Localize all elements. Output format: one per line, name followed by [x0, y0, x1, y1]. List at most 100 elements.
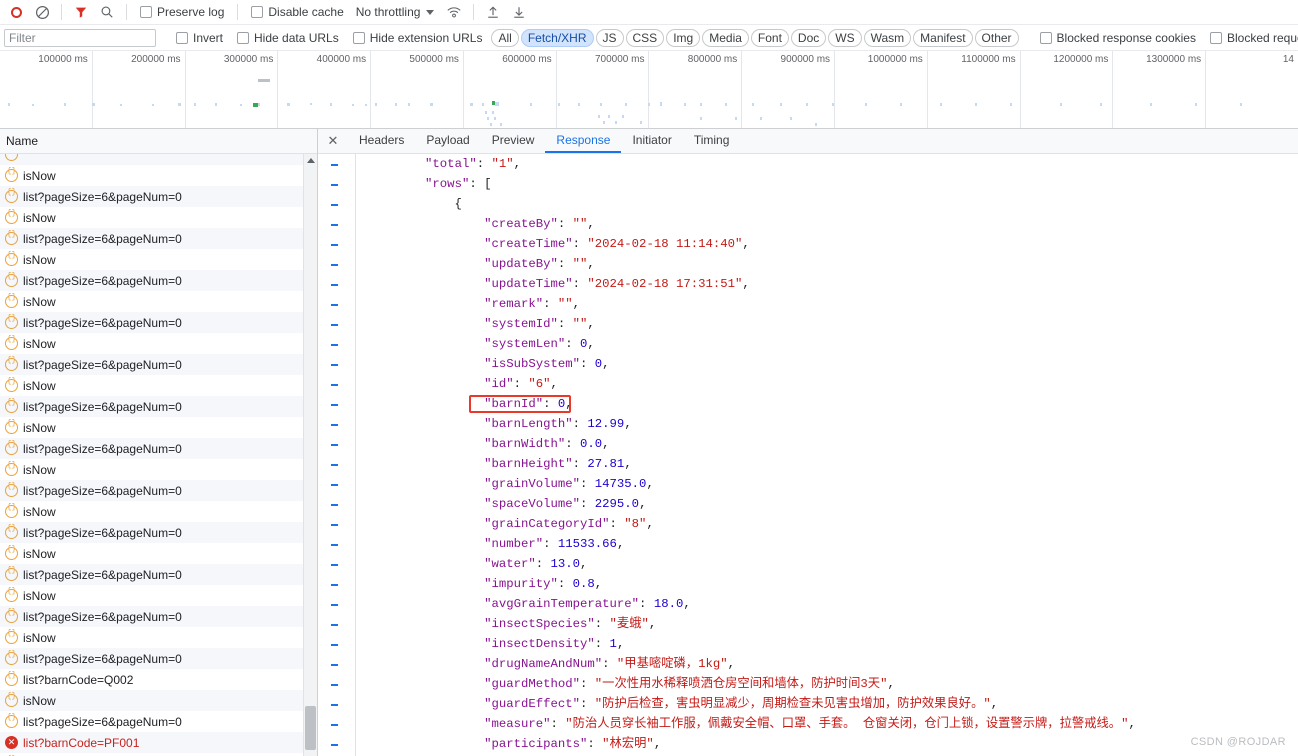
request-row[interactable]: list?pageSize=6&pageNum=0: [0, 438, 317, 459]
request-row[interactable]: list?pageSize=6&pageNum=0: [0, 606, 317, 627]
request-row[interactable]: list?pageSize=6&pageNum=0: [0, 270, 317, 291]
tab-response[interactable]: Response: [545, 129, 622, 153]
hide-data-urls-checkbox[interactable]: Hide data URLs: [237, 31, 339, 45]
filter-type-media[interactable]: Media: [702, 28, 749, 47]
request-row[interactable]: list?pageSize=6&pageNum=0: [0, 186, 317, 207]
filter-type-img[interactable]: Img: [666, 28, 701, 47]
filter-funnel-icon[interactable]: [69, 2, 93, 22]
fold-marker-dash[interactable]: [331, 164, 338, 166]
request-row[interactable]: isNow: [0, 459, 317, 480]
fold-marker-dash[interactable]: [331, 464, 338, 466]
fold-marker-dash[interactable]: [331, 584, 338, 586]
response-body-view[interactable]: "total": "1", "rows": [ { "createBy": ""…: [318, 154, 1298, 756]
fold-marker-dash[interactable]: [331, 224, 338, 226]
preserve-log-box[interactable]: [140, 6, 152, 18]
fold-marker-dash[interactable]: [331, 264, 338, 266]
request-row[interactable]: list?pageSize=6&pageNum=0: [0, 228, 317, 249]
filter-type-css[interactable]: CSS: [625, 28, 665, 47]
filter-type-other[interactable]: Other: [974, 28, 1019, 47]
fold-marker-dash[interactable]: [331, 744, 338, 746]
throttling-dropdown[interactable]: No throttling: [356, 5, 435, 19]
request-row[interactable]: isNow: [0, 375, 317, 396]
request-row[interactable]: isNow: [0, 249, 317, 270]
close-icon[interactable]: ✕: [318, 129, 348, 153]
request-row[interactable]: list?barnCode=Q002: [0, 669, 317, 690]
fold-marker-dash[interactable]: [331, 424, 338, 426]
request-row[interactable]: list?pageSize=6&pageNum=0: [0, 396, 317, 417]
fold-marker-dash[interactable]: [331, 624, 338, 626]
fold-marker-dash[interactable]: [331, 304, 338, 306]
filter-input[interactable]: [4, 28, 156, 47]
fold-marker-dash[interactable]: [331, 384, 338, 386]
filter-type-js[interactable]: JS: [595, 28, 624, 47]
request-row[interactable]: list?pageSize=6&pageNum=0: [0, 648, 317, 669]
fold-marker-dash[interactable]: [331, 244, 338, 246]
request-row[interactable]: isNow: [0, 501, 317, 522]
blocked-response-cookies-box[interactable]: [1039, 31, 1052, 44]
fold-marker-dash[interactable]: [331, 364, 338, 366]
fold-marker-dash[interactable]: [331, 204, 338, 206]
request-list-scrollbar[interactable]: [303, 154, 317, 756]
request-row[interactable]: list?pageSize=6&pageNum=0: [0, 312, 317, 333]
request-row[interactable]: list?pageSize=6&pageNum=0: [0, 522, 317, 543]
request-row[interactable]: isNow: [0, 333, 317, 354]
request-row[interactable]: isNow: [0, 585, 317, 606]
fold-marker-dash[interactable]: [331, 404, 338, 406]
search-icon[interactable]: [95, 2, 119, 22]
fold-marker-dash[interactable]: [331, 564, 338, 566]
blocked-response-cookies-checkbox[interactable]: Blocked response cookies: [1039, 31, 1196, 45]
disable-cache-checkbox[interactable]: Disable cache: [251, 5, 344, 19]
fold-marker-dash[interactable]: [331, 484, 338, 486]
request-row[interactable]: [0, 154, 317, 165]
tab-preview[interactable]: Preview: [481, 129, 546, 153]
request-row[interactable]: isNow: [0, 165, 317, 186]
fold-marker-dash[interactable]: [331, 324, 338, 326]
network-overview-timeline[interactable]: 100000 ms 200000 ms 300000 ms 400000 ms 5000…: [0, 51, 1298, 129]
fold-marker-dash[interactable]: [331, 604, 338, 606]
chevron-down-icon[interactable]: [426, 9, 435, 15]
request-list-body[interactable]: isNow list?pageSize=6&pageNum=0 isNow list?…: [0, 154, 317, 756]
fold-marker-dash[interactable]: [331, 184, 338, 186]
request-row[interactable]: isNow: [0, 291, 317, 312]
response-json-code[interactable]: "total": "1", "rows": [ { "createBy": ""…: [356, 154, 1298, 756]
request-row[interactable]: list?pageSize=6&pageNum=0: [0, 480, 317, 501]
request-row[interactable]: list?barnCode=PF001: [0, 732, 317, 753]
fold-marker-dash[interactable]: [331, 284, 338, 286]
network-conditions-icon[interactable]: [442, 2, 466, 22]
blocked-requests-box[interactable]: [1209, 31, 1222, 44]
request-row[interactable]: isNow: [0, 627, 317, 648]
tab-timing[interactable]: Timing: [683, 129, 741, 153]
clear-icon[interactable]: [30, 2, 54, 22]
hide-data-urls-box[interactable]: [237, 31, 250, 44]
blocked-requests-checkbox[interactable]: Blocked requests: [1209, 31, 1298, 45]
disable-cache-box[interactable]: [251, 6, 264, 18]
filter-type-fetch-xhr[interactable]: Fetch/XHR: [520, 28, 594, 47]
filter-type-font[interactable]: Font: [750, 28, 789, 47]
hide-extension-urls-checkbox[interactable]: Hide extension URLs: [352, 31, 482, 45]
fold-marker-dash[interactable]: [331, 544, 338, 546]
fold-marker-dash[interactable]: [331, 344, 338, 346]
invert-box[interactable]: [176, 31, 188, 44]
tab-payload[interactable]: Payload: [415, 129, 480, 153]
request-row[interactable]: isNow: [0, 690, 317, 711]
fold-marker-dash[interactable]: [331, 664, 338, 666]
tab-headers[interactable]: Headers: [348, 129, 415, 153]
scroll-up-arrow-icon[interactable]: [307, 158, 315, 163]
filter-type-all[interactable]: All: [491, 28, 519, 47]
fold-marker-dash[interactable]: [331, 724, 338, 726]
request-row[interactable]: isNow: [0, 207, 317, 228]
request-row[interactable]: isNow: [0, 417, 317, 438]
filter-type-doc[interactable]: Doc: [790, 28, 827, 47]
fold-marker-dash[interactable]: [331, 644, 338, 646]
filter-type-manifest[interactable]: Manifest: [913, 28, 973, 47]
filter-type-wasm[interactable]: Wasm: [863, 28, 912, 47]
request-row[interactable]: isNow: [0, 543, 317, 564]
filter-type-ws[interactable]: WS: [828, 28, 862, 47]
import-har-icon[interactable]: [481, 2, 505, 22]
fold-marker-dash[interactable]: [331, 524, 338, 526]
request-list-header[interactable]: Name: [0, 129, 317, 154]
fold-marker-dash[interactable]: [331, 684, 338, 686]
fold-marker-dash[interactable]: [331, 704, 338, 706]
scrollbar-thumb[interactable]: [305, 706, 316, 750]
invert-checkbox[interactable]: Invert: [176, 31, 223, 45]
